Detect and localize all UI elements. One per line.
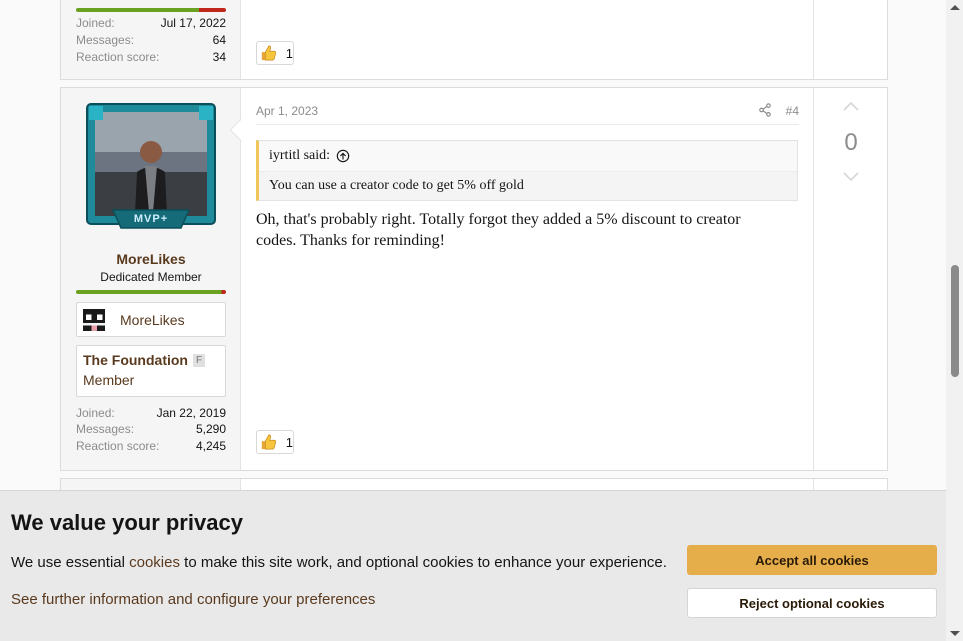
reaction-count: 1	[285, 434, 293, 450]
level-progress-bar	[76, 290, 226, 294]
stat-value: 34	[212, 50, 226, 64]
share-icon[interactable]	[758, 103, 772, 117]
stat-joined: Joined: Jul 17, 2022	[76, 16, 226, 30]
thumbs-up-icon	[261, 434, 277, 450]
cookie-banner-message: We use essential cookies to make this si…	[11, 554, 667, 571]
scrollbar-thumb[interactable]	[951, 265, 959, 377]
post-header-divider	[256, 124, 799, 125]
quote-author: iyrtitl said:	[269, 148, 331, 163]
quote-block: iyrtitl said: You can use a creator code…	[256, 140, 798, 201]
vote-down-icon[interactable]	[843, 172, 859, 182]
post-user-column: MVP+ MoreLikes Dedicated Member MoreLike…	[61, 88, 241, 470]
minecraft-head-icon	[83, 308, 105, 331]
rank-badge-label: MVP+	[133, 213, 169, 225]
stat-value: 5,290	[195, 422, 226, 436]
previous-post-user-column: Joined: Jul 17, 2022 Messages: 64 Reacti…	[61, 0, 241, 79]
stat-messages: Messages: 64	[76, 33, 226, 47]
guild-rank: Member	[83, 372, 135, 388]
guild-name-row: The Foundation F	[83, 352, 219, 368]
reaction-count: 1	[285, 45, 293, 61]
stat-joined: Joined: Jan 22, 2019	[76, 406, 226, 420]
arrow-up-circle-icon[interactable]	[336, 149, 350, 163]
previous-post-vote-column	[813, 0, 887, 79]
cookies-link[interactable]: cookies	[129, 554, 180, 571]
cookie-preferences-link[interactable]: See further information and configure yo…	[11, 591, 375, 608]
stat-label: Joined:	[76, 406, 115, 420]
scroll-up-arrow-icon[interactable]	[950, 5, 960, 10]
level-progress-bar	[76, 8, 226, 12]
post: MVP+ MoreLikes Dedicated Member MoreLike…	[60, 87, 888, 471]
stat-label: Reaction score:	[76, 50, 160, 64]
vote-count: 0	[844, 129, 858, 156]
reject-optional-cookies-button[interactable]: Reject optional cookies	[687, 588, 937, 618]
reaction-summary[interactable]: 1	[256, 430, 294, 454]
quote-text: You can use a creator code to get 5% off…	[259, 171, 797, 200]
stat-reaction-score: Reaction score: 34	[76, 50, 226, 64]
stat-value: Jan 22, 2019	[156, 406, 226, 420]
reaction-summary[interactable]: 1	[256, 41, 294, 65]
stat-label: Messages:	[76, 422, 135, 436]
stat-label: Joined:	[76, 16, 115, 30]
user-title: Dedicated Member	[100, 270, 202, 284]
vote-column: 0	[813, 88, 887, 470]
stat-label: Reaction score:	[76, 439, 160, 453]
scroll-down-arrow-icon[interactable]	[950, 631, 960, 636]
guild-tag: F	[192, 353, 206, 367]
cookie-message-end: to make this site work, and optional coo…	[179, 554, 667, 571]
guild-name: The Foundation	[83, 352, 188, 368]
stat-label: Messages:	[76, 33, 135, 47]
stat-value: 4,245	[195, 439, 226, 453]
cookie-banner-title: We value your privacy	[11, 510, 243, 535]
cookie-consent-banner: We value your privacy We use essential c…	[0, 490, 947, 641]
stat-value: 64	[212, 33, 226, 47]
stat-value: Jul 17, 2022	[160, 16, 226, 30]
quote-header[interactable]: iyrtitl said:	[259, 141, 797, 171]
guild-box[interactable]: The Foundation F Member	[76, 345, 226, 397]
username[interactable]: MoreLikes	[61, 251, 241, 267]
vote-up-icon[interactable]	[843, 101, 859, 111]
cookie-message-start: We use essential	[11, 554, 130, 571]
thumbs-up-icon	[261, 45, 277, 61]
page-scrollbar[interactable]	[946, 0, 963, 641]
minecraft-username: MoreLikes	[120, 311, 185, 328]
post-number-link[interactable]: #4	[786, 104, 799, 118]
minecraft-profile-box[interactable]: MoreLikes	[76, 302, 226, 337]
post-date[interactable]: Apr 1, 2023	[256, 104, 318, 118]
stat-reaction-score: Reaction score: 4,245	[76, 439, 226, 453]
previous-post: Joined: Jul 17, 2022 Messages: 64 Reacti…	[60, 0, 888, 80]
stat-messages: Messages: 5,290	[76, 422, 226, 436]
accept-all-cookies-button[interactable]: Accept all cookies	[687, 545, 937, 575]
post-message-body: Oh, that's probably right. Totally forgo…	[256, 211, 741, 249]
